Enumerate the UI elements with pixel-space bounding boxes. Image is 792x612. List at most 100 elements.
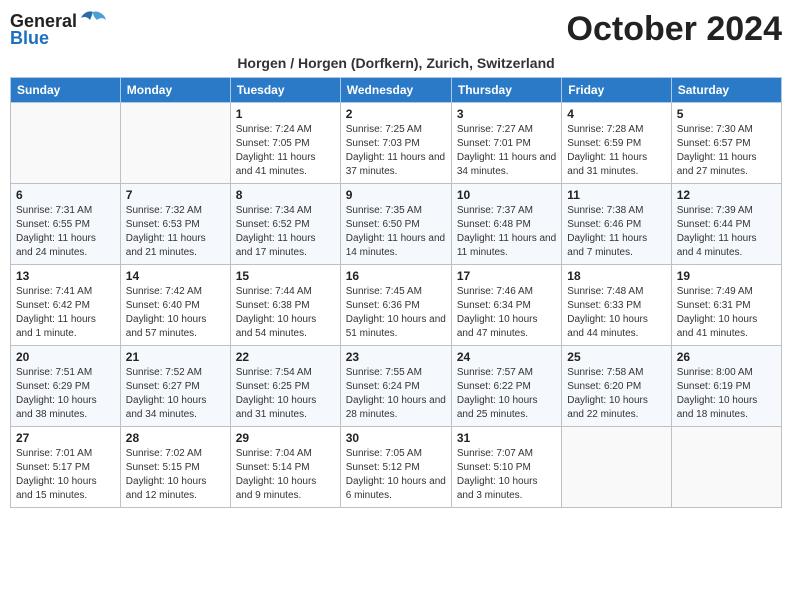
day-number: 27 <box>16 431 115 445</box>
calendar-cell: 6 Sunrise: 7:31 AMSunset: 6:55 PMDaylight… <box>11 184 121 265</box>
calendar-cell: 11 Sunrise: 7:38 AMSunset: 6:46 PMDayligh… <box>562 184 671 265</box>
calendar-cell <box>11 103 121 184</box>
calendar-cell <box>562 427 671 508</box>
calendar-cell: 2Sunrise: 7:25 AMSunset: 7:03 PMDaylight… <box>340 103 451 184</box>
day-info: Sunrise: 7:31 AMSunset: 6:55 PMDaylight:… <box>16 204 115 260</box>
day-number: 29 <box>236 431 335 445</box>
location-title: Horgen / Horgen (Dorfkern), Zurich, Swit… <box>10 55 782 71</box>
day-info: Sunrise: 7:48 AMSunset: 6:33 PMDaylight:… <box>567 285 665 341</box>
calendar-table: SundayMondayTuesdayWednesdayThursdayFrid… <box>10 77 782 508</box>
weekday-header-wednesday: Wednesday <box>340 78 451 103</box>
weekday-header-sunday: Sunday <box>11 78 121 103</box>
day-number: 25 <box>567 350 665 364</box>
calendar-cell: 10 Sunrise: 7:37 AMSunset: 6:48 PMDayligh… <box>451 184 561 265</box>
month-year-title: October 2024 <box>567 10 782 49</box>
weekday-header-friday: Friday <box>562 78 671 103</box>
calendar-cell: 12Sunrise: 7:39 AMSunset: 6:44 PMDayligh… <box>671 184 781 265</box>
day-number: 17 <box>457 269 556 283</box>
day-info: Sunrise: 7:07 AMSunset: 5:10 PMDaylight:… <box>457 447 556 503</box>
day-info: Sunrise: 7:51 AMSunset: 6:29 PMDaylight:… <box>16 366 115 422</box>
day-number: 20 <box>16 350 115 364</box>
day-info: Sunrise: 7:35 AMSunset: 6:50 PMDaylight:… <box>346 204 446 260</box>
day-info: Sunrise: 8:00 AMSunset: 6:19 PMDaylight:… <box>677 366 776 422</box>
logo: General Blue <box>10 10 107 49</box>
day-number: 2 <box>346 107 446 121</box>
calendar-cell: 25 Sunrise: 7:58 AMSunset: 6:20 PMDayligh… <box>562 346 671 427</box>
day-number: 26 <box>677 350 776 364</box>
day-number: 13 <box>16 269 115 283</box>
calendar-cell: 8 Sunrise: 7:34 AMSunset: 6:52 PMDaylight… <box>230 184 340 265</box>
day-info: Sunrise: 7:58 AMSunset: 6:20 PMDaylight:… <box>567 366 665 422</box>
calendar-cell: 13 Sunrise: 7:41 AMSunset: 6:42 PMDayligh… <box>11 265 121 346</box>
day-info: Sunrise: 7:41 AMSunset: 6:42 PMDaylight:… <box>16 285 115 341</box>
day-info: Sunrise: 7:28 AMSunset: 6:59 PMDaylight:… <box>567 123 665 179</box>
day-number: 21 <box>126 350 225 364</box>
weekday-header-tuesday: Tuesday <box>230 78 340 103</box>
calendar-cell: 29 Sunrise: 7:04 AMSunset: 5:14 PMDayligh… <box>230 427 340 508</box>
day-info: Sunrise: 7:02 AMSunset: 5:15 PMDaylight:… <box>126 447 225 503</box>
calendar-cell: 15 Sunrise: 7:44 AMSunset: 6:38 PMDayligh… <box>230 265 340 346</box>
calendar-cell: 26 Sunrise: 8:00 AMSunset: 6:19 PMDayligh… <box>671 346 781 427</box>
weekday-header-saturday: Saturday <box>671 78 781 103</box>
day-info: Sunrise: 7:52 AMSunset: 6:27 PMDaylight:… <box>126 366 225 422</box>
day-info: Sunrise: 7:27 AMSunset: 7:01 PMDaylight:… <box>457 123 556 179</box>
day-info: Sunrise: 7:04 AMSunset: 5:14 PMDaylight:… <box>236 447 335 503</box>
day-number: 19 <box>677 269 776 283</box>
day-info: Sunrise: 7:44 AMSunset: 6:38 PMDaylight:… <box>236 285 335 341</box>
day-number: 5 <box>677 107 776 121</box>
calendar-cell: 23 Sunrise: 7:55 AMSunset: 6:24 PMDayligh… <box>340 346 451 427</box>
day-number: 16 <box>346 269 446 283</box>
day-info: Sunrise: 7:30 AMSunset: 6:57 PMDaylight:… <box>677 123 776 179</box>
day-info: Sunrise: 7:57 AMSunset: 6:22 PMDaylight:… <box>457 366 556 422</box>
day-info: Sunrise: 7:38 AMSunset: 6:46 PMDaylight:… <box>567 204 665 260</box>
day-number: 7 <box>126 188 225 202</box>
calendar-cell: 9 Sunrise: 7:35 AMSunset: 6:50 PMDaylight… <box>340 184 451 265</box>
calendar-cell: 24 Sunrise: 7:57 AMSunset: 6:22 PMDayligh… <box>451 346 561 427</box>
day-number: 22 <box>236 350 335 364</box>
day-info: Sunrise: 7:34 AMSunset: 6:52 PMDaylight:… <box>236 204 335 260</box>
day-number: 10 <box>457 188 556 202</box>
day-number: 15 <box>236 269 335 283</box>
day-info: Sunrise: 7:24 AMSunset: 7:05 PMDaylight:… <box>236 123 335 179</box>
day-number: 11 <box>567 188 665 202</box>
calendar-cell: 14 Sunrise: 7:42 AMSunset: 6:40 PMDayligh… <box>120 265 230 346</box>
day-info: Sunrise: 7:45 AMSunset: 6:36 PMDaylight:… <box>346 285 446 341</box>
calendar-cell: 4Sunrise: 7:28 AMSunset: 6:59 PMDaylight… <box>562 103 671 184</box>
day-number: 14 <box>126 269 225 283</box>
calendar-cell: 31 Sunrise: 7:07 AMSunset: 5:10 PMDayligh… <box>451 427 561 508</box>
day-info: Sunrise: 7:55 AMSunset: 6:24 PMDaylight:… <box>346 366 446 422</box>
calendar-cell: 3 Sunrise: 7:27 AMSunset: 7:01 PMDaylight… <box>451 103 561 184</box>
calendar-cell <box>120 103 230 184</box>
calendar-cell: 22 Sunrise: 7:54 AMSunset: 6:25 PMDayligh… <box>230 346 340 427</box>
calendar-cell: 27 Sunrise: 7:01 AMSunset: 5:17 PMDayligh… <box>11 427 121 508</box>
day-number: 31 <box>457 431 556 445</box>
day-number: 18 <box>567 269 665 283</box>
calendar-cell: 21 Sunrise: 7:52 AMSunset: 6:27 PMDayligh… <box>120 346 230 427</box>
logo-bird-icon <box>79 10 107 32</box>
calendar-cell: 7Sunrise: 7:32 AMSunset: 6:53 PMDaylight… <box>120 184 230 265</box>
day-number: 9 <box>346 188 446 202</box>
day-info: Sunrise: 7:05 AMSunset: 5:12 PMDaylight:… <box>346 447 446 503</box>
day-number: 6 <box>16 188 115 202</box>
day-info: Sunrise: 7:37 AMSunset: 6:48 PMDaylight:… <box>457 204 556 260</box>
day-number: 30 <box>346 431 446 445</box>
calendar-cell: 19Sunrise: 7:49 AMSunset: 6:31 PMDayligh… <box>671 265 781 346</box>
day-info: Sunrise: 7:46 AMSunset: 6:34 PMDaylight:… <box>457 285 556 341</box>
day-info: Sunrise: 7:01 AMSunset: 5:17 PMDaylight:… <box>16 447 115 503</box>
calendar-cell: 30 Sunrise: 7:05 AMSunset: 5:12 PMDayligh… <box>340 427 451 508</box>
calendar-cell: 5 Sunrise: 7:30 AMSunset: 6:57 PMDaylight… <box>671 103 781 184</box>
day-number: 8 <box>236 188 335 202</box>
calendar-cell: 18 Sunrise: 7:48 AMSunset: 6:33 PMDayligh… <box>562 265 671 346</box>
calendar-cell: 1 Sunrise: 7:24 AMSunset: 7:05 PMDaylight… <box>230 103 340 184</box>
day-number: 24 <box>457 350 556 364</box>
calendar-cell: 20 Sunrise: 7:51 AMSunset: 6:29 PMDayligh… <box>11 346 121 427</box>
day-number: 1 <box>236 107 335 121</box>
day-info: Sunrise: 7:39 AMSunset: 6:44 PMDaylight:… <box>677 204 776 260</box>
day-number: 28 <box>126 431 225 445</box>
calendar-cell: 28 Sunrise: 7:02 AMSunset: 5:15 PMDayligh… <box>120 427 230 508</box>
weekday-header-monday: Monday <box>120 78 230 103</box>
day-info: Sunrise: 7:54 AMSunset: 6:25 PMDaylight:… <box>236 366 335 422</box>
day-number: 23 <box>346 350 446 364</box>
day-number: 3 <box>457 107 556 121</box>
day-info: Sunrise: 7:42 AMSunset: 6:40 PMDaylight:… <box>126 285 225 341</box>
